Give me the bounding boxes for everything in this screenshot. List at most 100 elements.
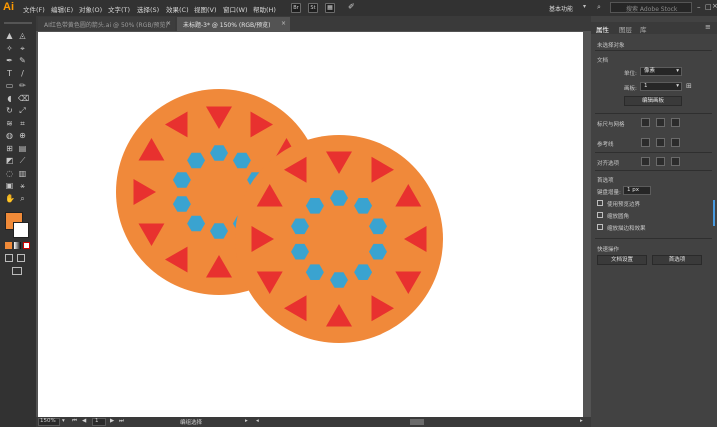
mesh-tool-icon[interactable]: ▤ [18, 144, 27, 153]
blend-tool-icon[interactable]: ◌ [5, 169, 14, 178]
lasso-tool-icon[interactable]: ⌖ [18, 44, 27, 53]
close-icon[interactable]: × [166, 20, 171, 27]
scale-corners-checkbox[interactable] [597, 212, 603, 218]
first-artboard-icon[interactable]: ⏮ [72, 418, 77, 425]
rulers-grid-label: 标尺与网格 [597, 122, 625, 128]
tab-properties[interactable]: 属性 [596, 24, 609, 34]
menu-select[interactable]: 选择(S) [137, 4, 159, 14]
document-section-title: 文档 [597, 58, 609, 64]
shaper-tool-icon[interactable]: ◖ [5, 94, 14, 103]
grid-icon[interactable] [656, 118, 665, 127]
align-to-selection-icon[interactable] [641, 157, 650, 166]
ruler-icon[interactable] [641, 118, 650, 127]
scale-strokes-effects-checkbox[interactable] [597, 224, 603, 230]
menu-edit[interactable]: 编辑(E) [51, 4, 73, 14]
stroke-swatch[interactable] [13, 222, 29, 238]
tab-layers[interactable]: 图层 [619, 24, 632, 34]
menu-window[interactable]: 窗口(W) [223, 4, 248, 14]
perspective-grid-tool-icon[interactable]: ⊞ [5, 144, 14, 153]
zoom-tool-icon[interactable]: ⌕ [18, 194, 27, 203]
chevron-down-icon[interactable]: ▾ [583, 3, 586, 10]
menu-effect[interactable]: 效果(C) [166, 4, 189, 14]
eyedropper-tool-icon[interactable]: ⟋ [18, 156, 27, 165]
use-preview-bounds-checkbox[interactable] [597, 200, 603, 206]
chevron-down-icon: ▾ [676, 83, 679, 89]
eraser-tool-icon[interactable]: ⌫ [18, 94, 29, 103]
rotate-tool-icon[interactable]: ↻ [5, 106, 14, 115]
gradient-mode-icon[interactable] [14, 242, 21, 249]
artboard-select[interactable]: 1 ▾ [640, 82, 682, 91]
brush-icon[interactable]: ✐ [348, 2, 355, 11]
units-select[interactable]: 像素 ▾ [640, 67, 682, 76]
arrange-documents-icon[interactable]: ▦ [325, 3, 335, 13]
free-transform-tool-icon[interactable]: ⌗ [18, 119, 27, 128]
pen-tool-icon[interactable]: ✒ [5, 56, 14, 65]
hand-tool-icon[interactable]: ✋ [5, 194, 15, 203]
status-menu-icon[interactable]: ▸ [245, 418, 248, 424]
artboard-tool-icon[interactable]: ▣ [5, 181, 14, 190]
edit-artboard-button[interactable]: 编辑画板 [624, 96, 682, 106]
panel-scrollbar-thumb[interactable] [713, 200, 715, 226]
prev-artboard-icon[interactable]: ◀ [82, 418, 86, 424]
menu-object[interactable]: 对象(O) [79, 4, 102, 14]
curvature-tool-icon[interactable]: ✎ [18, 56, 27, 65]
gradient-tool-icon[interactable]: ◩ [5, 156, 14, 165]
rectangle-tool-icon[interactable]: ▭ [5, 81, 14, 90]
panel-menu-icon[interactable]: ≡ [705, 23, 711, 31]
document-setup-button[interactable]: 文档设置 [597, 255, 647, 265]
menu-view[interactable]: 视图(V) [194, 4, 217, 14]
paintbrush-tool-icon[interactable]: ✏ [18, 81, 27, 90]
artwork[interactable] [38, 32, 583, 417]
align-to-key-object-icon[interactable] [656, 157, 665, 166]
keyboard-increment-input[interactable]: 1 px [623, 186, 651, 195]
smart-guides-icon[interactable] [671, 138, 680, 147]
color-mode-icon[interactable] [5, 242, 12, 249]
draw-behind-icon[interactable] [17, 254, 25, 262]
direct-selection-tool-icon[interactable]: ◬ [18, 31, 27, 40]
slice-tool-icon[interactable]: ⚹ [18, 181, 27, 190]
menu-file[interactable]: 文件(F) [23, 4, 45, 14]
screen-mode-icon[interactable] [12, 267, 22, 275]
draw-normal-icon[interactable] [5, 254, 13, 262]
live-paint-tool-icon[interactable]: ⊕ [18, 131, 27, 140]
tab-document-1[interactable]: AI红色带黄色圆的箭头.ai @ 50% (RGB/预览) × [38, 17, 175, 31]
scroll-left-icon[interactable]: ◂ [256, 418, 259, 424]
scroll-right-icon[interactable]: ▸ [580, 418, 583, 424]
artboard[interactable] [38, 32, 583, 417]
artboard-options-icon[interactable]: ⊞ [686, 82, 692, 90]
properties-panel [591, 16, 717, 427]
divider [595, 50, 712, 51]
last-artboard-icon[interactable]: ⏭ [119, 418, 124, 425]
column-graph-tool-icon[interactable]: ▥ [18, 169, 27, 178]
scale-tool-icon[interactable]: ⤢ [18, 106, 27, 115]
type-tool-icon[interactable]: T [5, 69, 14, 78]
shape-builder-tool-icon[interactable]: ◍ [5, 131, 14, 140]
align-options-label: 对齐选项 [597, 161, 620, 167]
bridge-icon[interactable]: Br [291, 3, 301, 13]
magic-wand-tool-icon[interactable]: ✧ [5, 44, 14, 53]
preferences-button[interactable]: 首选项 [652, 255, 702, 265]
maximize-icon[interactable]: □ [705, 3, 712, 11]
width-tool-icon[interactable]: ≋ [5, 119, 14, 128]
lock-guides-icon[interactable] [656, 138, 665, 147]
stock-icon[interactable]: St [308, 3, 318, 13]
toolbar-grip[interactable] [4, 22, 32, 24]
tab-document-2[interactable]: 未标题-3* @ 150% (RGB/预览) × [177, 17, 290, 31]
selection-tool-icon[interactable]: ▲ [5, 31, 14, 40]
align-to-artboard-icon[interactable] [671, 157, 680, 166]
transparency-grid-icon[interactable] [671, 118, 680, 127]
close-icon[interactable]: × [712, 2, 717, 10]
menu-type[interactable]: 文字(T) [108, 4, 130, 14]
tab-libraries[interactable]: 库 [640, 24, 647, 34]
close-icon[interactable]: × [281, 20, 286, 27]
next-artboard-icon[interactable]: ▶ [110, 418, 114, 424]
menu-help[interactable]: 帮助(H) [253, 4, 276, 14]
guides-icon[interactable] [641, 138, 650, 147]
chevron-down-icon[interactable]: ▾ [62, 418, 65, 424]
artboard-number: 1 [95, 418, 99, 424]
none-mode-icon[interactable] [23, 242, 30, 249]
horizontal-scrollbar-thumb[interactable] [410, 419, 424, 425]
line-tool-icon[interactable]: / [18, 69, 27, 78]
workspace-switcher[interactable]: 基本功能 [549, 4, 573, 13]
minimize-icon[interactable]: – [697, 3, 701, 11]
